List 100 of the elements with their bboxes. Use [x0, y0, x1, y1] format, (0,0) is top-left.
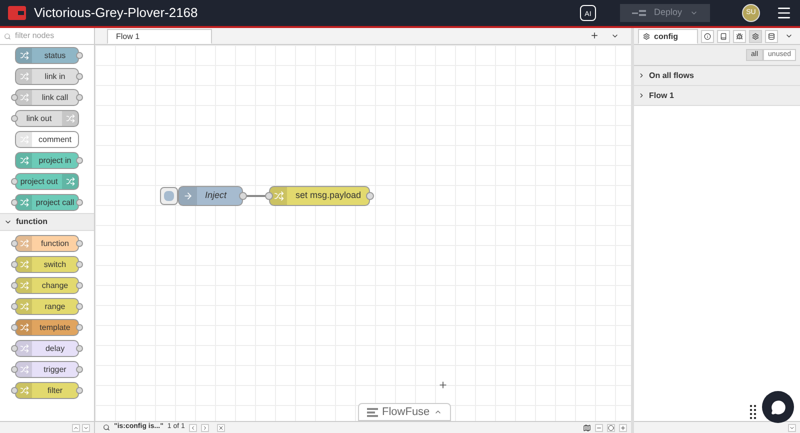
zoom-in-button[interactable] [619, 424, 627, 432]
config-tab[interactable]: config [638, 29, 698, 44]
input-port [11, 303, 18, 310]
output-port [76, 94, 83, 101]
arrow-icon [183, 191, 193, 201]
input-port [265, 192, 273, 200]
output-port [76, 157, 83, 164]
input-port [11, 324, 18, 331]
input-port [11, 178, 18, 185]
chat-icon [770, 400, 786, 414]
flow-node[interactable]: Inject [178, 186, 243, 206]
shuffle-icon [20, 323, 28, 332]
caret-icon [434, 408, 442, 416]
shuffle-icon [20, 302, 28, 311]
shuffle-icon [20, 198, 28, 207]
palette-node[interactable]: comment [15, 131, 79, 148]
node-label: set msg.payload [294, 189, 362, 202]
palette-node[interactable]: function [15, 235, 79, 252]
deploy-icon [632, 10, 646, 16]
settings-icon [643, 33, 650, 40]
app-title: Victorious-Grey-Plover-2168 [34, 4, 198, 22]
section-header[interactable]: On all flows [634, 66, 800, 86]
zoom-out-button[interactable] [595, 424, 603, 432]
output-port [76, 52, 83, 59]
output-port [366, 192, 374, 200]
chevron-icon [638, 92, 645, 99]
output-port [76, 240, 83, 247]
palette-node[interactable]: link out [15, 110, 79, 127]
input-port [11, 115, 18, 122]
palette-node[interactable]: trigger [15, 361, 79, 378]
caret-icon [690, 9, 698, 17]
logo-icon [8, 6, 26, 20]
palette-node[interactable]: project out [15, 173, 79, 190]
output-port [76, 73, 83, 80]
settings-icon[interactable] [749, 30, 762, 43]
palette-node[interactable]: switch [15, 256, 79, 273]
shuffle-icon [274, 191, 284, 201]
output-port [76, 366, 83, 373]
tab-menu-icon[interactable] [611, 32, 619, 40]
close-icon[interactable] [216, 424, 225, 432]
output-port [76, 387, 83, 394]
sidebar-menu-icon[interactable] [785, 32, 793, 40]
search-icon[interactable] [103, 424, 110, 431]
category-header[interactable]: function [0, 213, 94, 231]
bug-icon[interactable] [733, 30, 746, 43]
scroll-down-button[interactable] [788, 424, 796, 432]
zoom-reset-button[interactable] [607, 424, 615, 432]
shuffle-icon [20, 135, 28, 144]
book-icon[interactable] [717, 30, 730, 43]
palette-node[interactable]: status [15, 47, 79, 64]
database-icon[interactable] [765, 30, 778, 43]
section-header[interactable]: Flow 1 [634, 86, 800, 106]
shuffle-icon [20, 72, 28, 81]
drag-handle-icon [750, 405, 756, 419]
chevron-icon [4, 218, 12, 226]
flow-node[interactable]: set msg.payload [269, 186, 370, 206]
shuffle-icon [20, 344, 28, 353]
add-tab-icon[interactable] [590, 31, 599, 40]
menu-icon[interactable] [776, 5, 792, 21]
inject-button[interactable] [160, 187, 178, 205]
previous-button[interactable] [188, 424, 197, 432]
palette-node[interactable]: link call [15, 89, 79, 106]
shuffle-icon [20, 51, 28, 60]
palette-node[interactable]: project in [15, 152, 79, 169]
brand-logo-icon [367, 408, 378, 416]
cursor-icon [438, 380, 448, 390]
palette-node[interactable]: link in [15, 68, 79, 85]
palette-node[interactable]: range [15, 298, 79, 315]
input-port [11, 387, 18, 394]
input-port [11, 261, 18, 268]
scroll-down-button[interactable] [82, 424, 90, 432]
palette-node[interactable]: change [15, 277, 79, 294]
flow-tab[interactable]: Flow 1 [107, 29, 212, 44]
input-port [11, 199, 18, 206]
shuffle-icon [66, 177, 74, 186]
input-port [11, 366, 18, 373]
output-port [76, 345, 83, 352]
input-port [11, 282, 18, 289]
map-icon[interactable] [583, 424, 591, 432]
output-port [76, 282, 83, 289]
shuffle-icon [20, 93, 28, 102]
node-label: Inject [204, 189, 228, 202]
shuffle-icon [20, 365, 28, 374]
next-button[interactable] [200, 424, 209, 432]
shuffle-icon [20, 260, 28, 269]
info-icon[interactable] [701, 30, 714, 43]
input-port [11, 94, 18, 101]
scroll-up-button[interactable] [72, 424, 80, 432]
palette-node[interactable]: project call [15, 194, 79, 211]
output-port [76, 261, 83, 268]
shuffle-icon [20, 239, 28, 248]
shuffle-icon [20, 156, 28, 165]
palette-node[interactable]: filter [15, 382, 79, 399]
brand-tab[interactable]: FlowFuse [358, 403, 451, 421]
input-port [11, 345, 18, 352]
palette-node[interactable]: delay [15, 340, 79, 357]
palette-node[interactable]: template [15, 319, 79, 336]
search-icon [4, 32, 11, 40]
shuffle-icon [66, 114, 74, 123]
shuffle-icon [20, 386, 28, 395]
